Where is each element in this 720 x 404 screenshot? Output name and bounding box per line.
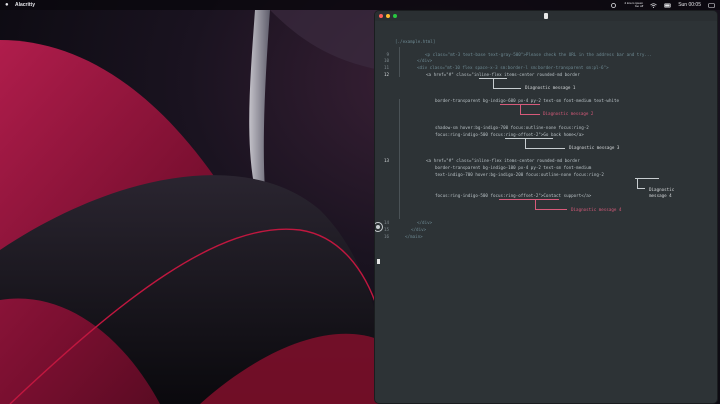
diagnostic-underline — [505, 138, 553, 139]
code-line: <a href="#" class="inline-flex items-cen… — [426, 72, 580, 77]
window-titlebar[interactable] — [375, 11, 717, 21]
tray-status-text[interactable]: 4 lorem ipsum foo off — [624, 2, 643, 8]
minimize-button[interactable] — [386, 14, 390, 18]
code-line: </div> — [411, 227, 427, 232]
diagnostic-connector — [525, 148, 565, 149]
file-path-header: [./example.html] — [395, 39, 436, 44]
close-button[interactable] — [379, 14, 383, 18]
diagnostic-message: Diagnostic message 3 — [569, 145, 620, 150]
line-number: 10 — [383, 58, 389, 63]
battery-icon[interactable] — [664, 3, 671, 8]
code-line: <p class="mt-3 text-base text-gray-500">… — [425, 52, 652, 57]
code-line: <a href="#" class="inline-flex items-cen… — [426, 158, 580, 163]
diagnostic-connector — [637, 188, 645, 189]
terminal-window[interactable]: [./example.html] 9 <p class="mt-3 text-b… — [375, 11, 717, 403]
line-number: 11 — [383, 65, 389, 70]
text-cursor — [377, 259, 380, 264]
code-line: </main> — [405, 234, 423, 239]
code-line: <div class="mt-10 flex space-x-3 sm:bord… — [417, 65, 609, 70]
diagnostic-message-error: Diagnostic message 4 — [571, 207, 622, 212]
tray-status-bottom: foo off — [634, 4, 644, 8]
code-line: focus:ring-indigo-500 focus:ring-offset-… — [435, 193, 592, 198]
code-line: border-transparent bg-indigo-600 px-4 py… — [435, 98, 620, 103]
window-proxy-icon — [544, 13, 548, 19]
menu-extra-icon[interactable] — [610, 2, 617, 8]
diagnostic-connector — [493, 88, 521, 89]
code-line: </div> — [417, 220, 433, 225]
indent-guide — [399, 99, 400, 219]
code-line: focus:ring-indigo-500 focus:ring-offset-… — [435, 132, 584, 137]
code-line: border-transparent bg-indigo-100 px-4 py… — [435, 165, 592, 170]
diagnostic-underline — [499, 199, 559, 200]
apple-menu-icon[interactable]: ● — [5, 2, 11, 8]
code-line: text-indigo-700 hover:bg-indigo-200 focu… — [435, 172, 604, 177]
diagnostic-connector — [520, 104, 521, 114]
line-number: 16 — [383, 234, 389, 239]
diagnostic-underline — [635, 178, 659, 179]
diagnostic-connector — [493, 78, 494, 88]
code-line: </div> — [417, 58, 433, 63]
diagnostic-message: Diagnostic message 1 — [525, 85, 576, 90]
line-number-active: 13 — [383, 158, 389, 163]
active-app-name[interactable]: Alacritty — [15, 2, 35, 8]
zoom-button[interactable] — [393, 14, 397, 18]
line-number: 9 — [386, 52, 389, 57]
diagnostic-connector — [520, 114, 540, 115]
line-number-active: 12 — [383, 72, 389, 77]
diagnostic-connector — [535, 199, 536, 209]
diagnostic-message-line1: Diagnostic — [649, 187, 675, 192]
diagnostic-message-line2: message 4 — [649, 193, 672, 198]
menu-bar-tray: 4 lorem ipsum foo off Sun 00:05 — [610, 2, 715, 8]
indent-guide — [399, 47, 400, 77]
diagnostic-connector — [525, 138, 526, 148]
menu-bar-clock[interactable]: Sun 00:05 — [678, 2, 701, 8]
menu-bar: ● Alacritty 4 lorem ipsum foo off Sun 00… — [0, 0, 720, 10]
code-line: shadow-sm hover:bg-indigo-700 focus:outl… — [435, 125, 589, 130]
diagnostic-connector — [535, 209, 567, 210]
editor-buffer[interactable]: [./example.html] 9 <p class="mt-3 text-b… — [375, 21, 717, 403]
diagnostic-message-error: Diagnostic message 2 — [543, 111, 594, 116]
control-center-icon[interactable] — [708, 2, 715, 8]
diagnostic-connector — [637, 178, 638, 188]
wifi-icon[interactable] — [650, 2, 657, 8]
